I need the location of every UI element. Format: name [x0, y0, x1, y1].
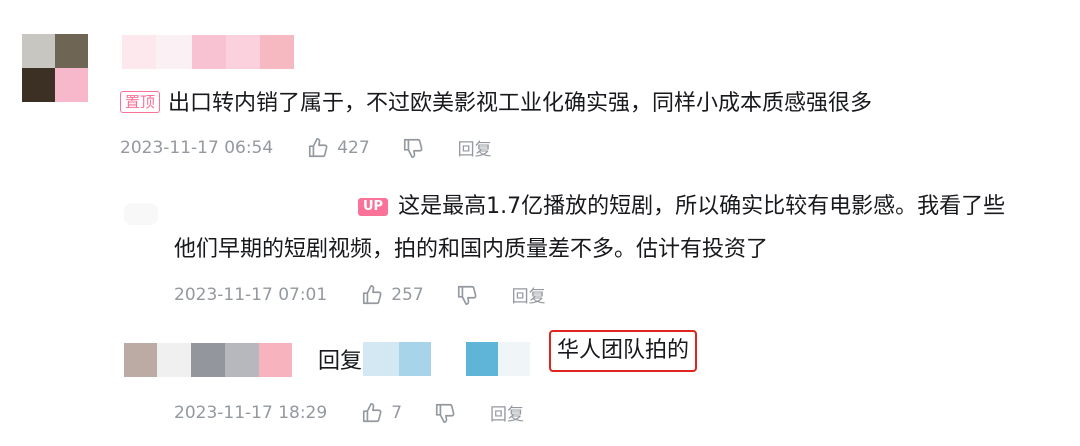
thumbs-down-icon — [435, 403, 455, 423]
reply-button[interactable]: 回复 — [458, 135, 492, 160]
comment-meta: 2023-11-17 06:54 427 回复 — [120, 135, 492, 161]
thumbs-down-icon — [403, 138, 423, 158]
comment-text: 置顶 出口转内销了属于，不过欧美影视工业化确实强，同样小成本质感强很多 — [120, 88, 872, 120]
like-count: 427 — [337, 137, 370, 158]
like-button[interactable]: 7 — [361, 402, 402, 424]
comment-body: 出口转内销了属于，不过欧美影视工业化确实强，同样小成本质感强很多 — [168, 91, 873, 116]
thumbs-up-icon — [363, 402, 382, 422]
username-blurred[interactable] — [122, 35, 294, 69]
comment-meta: 2023-11-17 18:29 7 回复 — [174, 400, 524, 426]
avatar[interactable] — [124, 203, 158, 225]
reply-target-blurred[interactable] — [363, 342, 431, 376]
pinned-badge: 置顶 — [120, 91, 161, 113]
like-count: 257 — [391, 284, 424, 305]
like-button[interactable]: 427 — [307, 137, 370, 159]
timestamp: 2023-11-17 06:54 — [120, 137, 274, 158]
reply-prefix: 回复 — [318, 349, 363, 374]
thumbs-down-icon — [457, 285, 477, 305]
reply-target-blurred-2 — [466, 342, 530, 376]
dislike-button[interactable] — [456, 284, 478, 306]
reply-button[interactable]: 回复 — [490, 400, 524, 425]
thumbs-up-icon — [363, 284, 382, 304]
up-badge: UP — [358, 198, 389, 216]
username-blurred[interactable] — [124, 343, 292, 377]
avatar[interactable] — [22, 34, 88, 102]
comment-meta: 2023-11-17 07:01 257 回复 — [174, 282, 546, 308]
like-count: 7 — [391, 402, 403, 423]
comment-body-line2: 他们早期的短剧视频，拍的和国内质量差不多。估计有投资了 — [174, 237, 769, 262]
highlighted-comment: 华人团队拍的 — [549, 330, 698, 372]
reply-button[interactable]: 回复 — [512, 282, 546, 307]
comment-text: UP 这是最高1.7亿播放的短剧，所以确实比较有电影感。我看了些 — [358, 191, 1005, 223]
like-button[interactable]: 257 — [361, 284, 424, 306]
timestamp: 2023-11-17 18:29 — [174, 402, 328, 423]
thumbs-up-icon — [309, 137, 328, 157]
comment-body-line1: 这是最高1.7亿播放的短剧，所以确实比较有电影感。我看了些 — [398, 194, 1006, 219]
timestamp: 2023-11-17 07:01 — [174, 284, 328, 305]
dislike-button[interactable] — [434, 402, 456, 424]
dislike-button[interactable] — [402, 137, 424, 159]
